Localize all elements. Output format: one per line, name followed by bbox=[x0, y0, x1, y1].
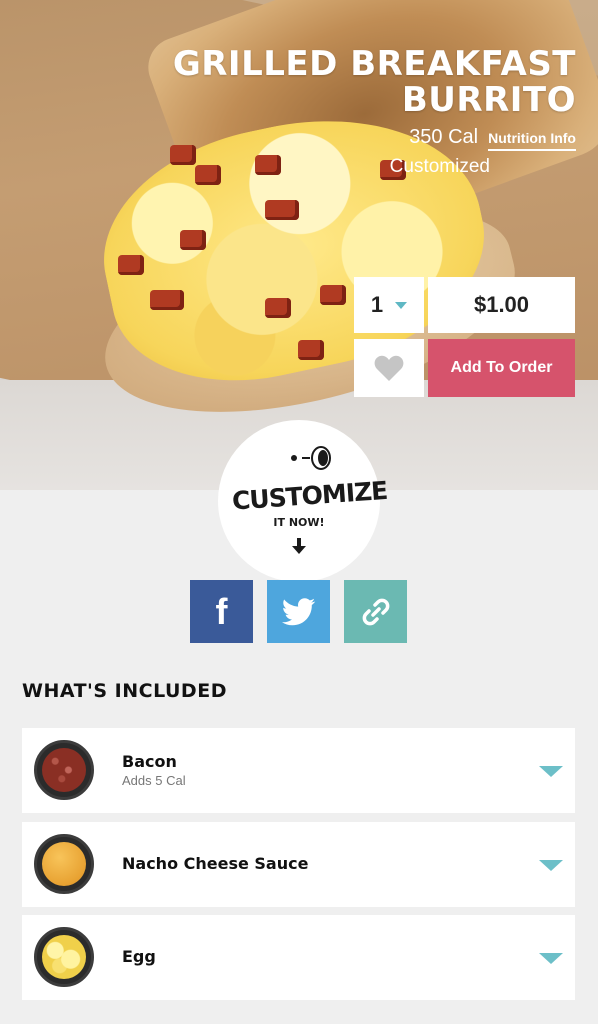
bacon-bit bbox=[320, 285, 346, 305]
bacon-bit bbox=[180, 230, 206, 250]
chevron-down-icon[interactable] bbox=[539, 766, 563, 777]
twitter-share-button[interactable] bbox=[267, 580, 330, 643]
bacon-bit bbox=[255, 155, 281, 175]
twitter-icon bbox=[281, 597, 315, 625]
nutrition-info-link[interactable]: Nutrition Info bbox=[488, 130, 576, 151]
ingredient-note: Adds 5 Cal bbox=[122, 773, 186, 788]
ingredient-row-egg[interactable]: Egg bbox=[22, 915, 575, 1000]
quantity-select[interactable]: 1 bbox=[354, 277, 424, 333]
facebook-icon: f bbox=[215, 590, 228, 632]
bacon-bit bbox=[150, 290, 184, 310]
heart-icon bbox=[374, 355, 404, 381]
chevron-down-icon[interactable] bbox=[539, 953, 563, 964]
customize-sublabel: IT NOW! bbox=[273, 516, 325, 529]
ingredient-row-bacon[interactable]: Bacon Adds 5 Cal bbox=[22, 728, 575, 813]
ingredient-name: Nacho Cheese Sauce bbox=[122, 854, 309, 873]
ingredient-row-nacho-cheese-sauce[interactable]: Nacho Cheese Sauce bbox=[22, 822, 575, 907]
copy-link-button[interactable] bbox=[344, 580, 407, 643]
bacon-thumbnail bbox=[34, 740, 94, 800]
add-to-order-button[interactable]: Add To Order bbox=[428, 339, 575, 397]
bacon-bit bbox=[170, 145, 196, 165]
product-title: GRILLED BREAKFAST BURRITO bbox=[172, 44, 576, 120]
bacon-bit bbox=[265, 200, 299, 220]
bacon-bit bbox=[118, 255, 144, 275]
bacon-bit bbox=[195, 165, 221, 185]
quantity-value: 1 bbox=[370, 292, 384, 317]
calorie-row: 350 Cal Nutrition Info bbox=[409, 126, 576, 151]
egg-thumbnail bbox=[34, 927, 94, 987]
bacon-bit bbox=[298, 340, 324, 360]
favorite-button[interactable] bbox=[354, 339, 424, 397]
ingredient-name: Bacon bbox=[122, 752, 177, 771]
customized-status: Customized bbox=[389, 156, 490, 177]
sauce-packet-icon bbox=[291, 446, 331, 470]
facebook-share-button[interactable]: f bbox=[190, 580, 253, 643]
chevron-down-icon[interactable] bbox=[539, 860, 563, 871]
price-display: $1.00 bbox=[428, 277, 575, 333]
arrow-down-icon bbox=[292, 538, 306, 554]
ingredient-name: Egg bbox=[122, 947, 156, 966]
chevron-down-icon bbox=[395, 301, 408, 309]
product-hero-image: GRILLED BREAKFAST BURRITO 350 Cal Nutrit… bbox=[0, 0, 598, 490]
cheese-sauce-thumbnail bbox=[34, 834, 94, 894]
calorie-count: 350 Cal bbox=[409, 126, 479, 148]
section-heading: WHAT'S INCLUDED bbox=[22, 680, 227, 702]
link-icon bbox=[362, 598, 389, 625]
bacon-bit bbox=[265, 298, 291, 318]
